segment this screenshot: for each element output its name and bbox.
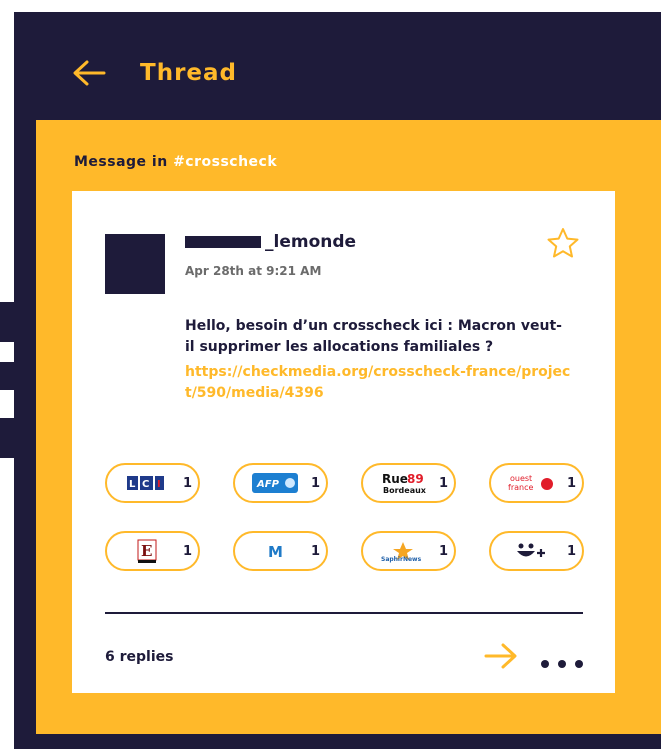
svg-text:M: M [268,543,283,561]
reaction-lci[interactable]: L C I 1 [105,463,200,503]
rue89-logo-icon: Rue 89 Bordeaux [379,471,427,495]
background-stripe [0,302,14,342]
svg-text:france: france [508,483,533,492]
thread-window: Thread Message in #crosscheck _lemonde A… [14,0,661,749]
reaction-saphirnews[interactable]: SaphirNews 1 [361,531,456,571]
svg-text:E: E [141,542,152,560]
reaction-count: 1 [183,475,193,491]
svg-text:I: I [157,479,161,490]
add-reaction-button[interactable]: 1 [489,531,584,571]
reaction-e[interactable]: E 1 [105,531,200,571]
reaction-count: 1 [567,543,577,559]
background-stripe [0,362,14,390]
saphirnews-logo-icon: SaphirNews [379,539,427,563]
message-card: _lemonde Apr 28th at 9:21 AM Hello, beso… [72,191,615,693]
reaction-count: 1 [311,543,321,559]
channel-name[interactable]: #crosscheck [173,154,277,170]
m-logo-icon: M [251,539,299,563]
background-stripe [0,418,14,458]
divider [105,612,583,614]
reaction-count: 1 [439,543,449,559]
message-panel: Message in #crosscheck _lemonde Apr 28th… [36,120,661,734]
reaction-count: 1 [311,475,321,491]
message-text: Hello, besoin d’un crosscheck ici : Macr… [185,318,562,355]
avatar[interactable] [105,234,165,294]
channel-label: Message in #crosscheck [74,154,277,170]
lci-logo-icon: L C I [123,471,171,495]
thread-header: Thread [72,58,237,88]
arrow-right-icon[interactable] [484,643,518,669]
reaction-ouest-france[interactable]: ouest france 1 [489,463,584,503]
message-link[interactable]: https://checkmedia.org/crosscheck-france… [185,362,575,404]
e-logo-icon: E [123,539,171,563]
add-emoji-icon [507,539,555,563]
replies-count[interactable]: 6 replies [105,649,173,665]
top-border [14,0,661,12]
reaction-afp[interactable]: AFP 1 [233,463,328,503]
redacted-name [185,236,261,248]
reaction-count: 1 [567,475,577,491]
reaction-m[interactable]: M 1 [233,531,328,571]
svg-text:C: C [142,479,149,490]
svg-text:89: 89 [407,472,424,486]
svg-text:Rue: Rue [382,472,408,486]
reaction-count: 1 [183,543,193,559]
svg-text:L: L [129,479,136,490]
reactions-grid: L C I 1 AFP 1 Rue 89 Bordeaux 1 ouest fr… [105,463,584,573]
svg-text:ouest: ouest [510,474,532,483]
back-arrow-icon[interactable] [72,58,106,88]
reaction-rue89[interactable]: Rue 89 Bordeaux 1 [361,463,456,503]
reaction-count: 1 [439,475,449,491]
message-timestamp: Apr 28th at 9:21 AM [185,264,322,278]
author-row: _lemonde [185,232,356,252]
author-name[interactable]: _lemonde [265,232,356,252]
channel-label-prefix: Message in [74,154,174,170]
svg-text:SaphirNews: SaphirNews [381,556,422,563]
svg-text:Bordeaux: Bordeaux [383,486,426,495]
page-title: Thread [140,60,237,86]
ouest-france-logo-icon: ouest france [507,471,555,495]
afp-logo-icon: AFP [251,471,299,495]
more-options-icon[interactable] [540,654,584,668]
star-icon[interactable] [546,227,580,259]
svg-text:AFP: AFP [256,479,280,490]
